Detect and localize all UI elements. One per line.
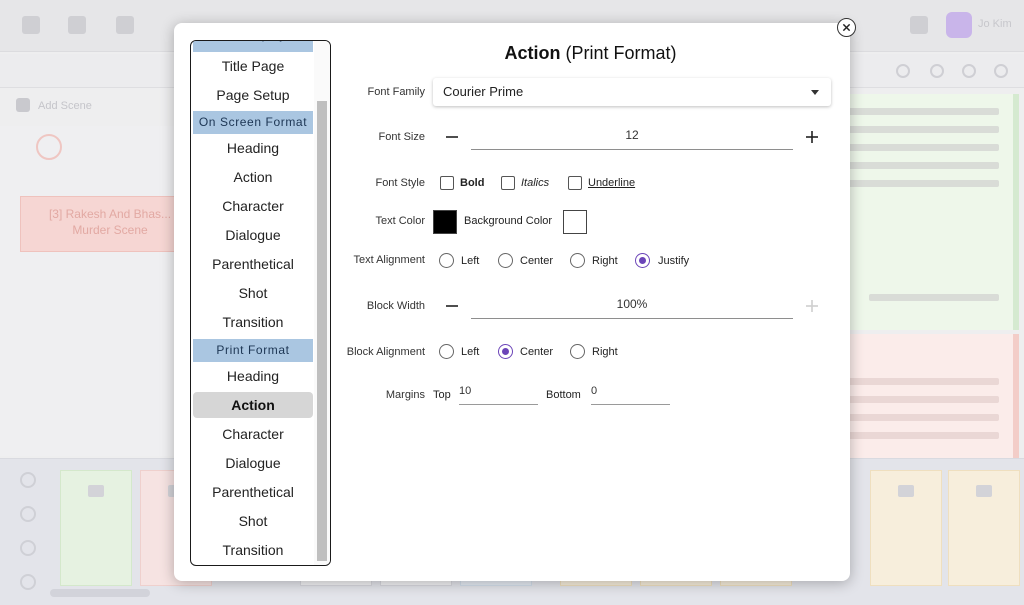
font-family-value: Courier Prime xyxy=(443,84,524,99)
bold-label: Bold xyxy=(460,177,485,189)
text-align-justify-label: Justify xyxy=(658,255,690,267)
font-family-select[interactable]: Courier Prime xyxy=(433,78,831,106)
underline-label: Underline xyxy=(588,177,636,189)
list-item-print-action[interactable]: Action xyxy=(193,392,313,418)
list-item-print-shot[interactable]: Shot xyxy=(193,508,313,534)
list-item-print-parenthetical[interactable]: Parenthetical xyxy=(193,479,313,505)
background-user-label: Jo Kim xyxy=(978,18,1012,30)
background-board-tools xyxy=(10,472,46,592)
list-item-onscreen-action[interactable]: Action xyxy=(193,164,313,190)
background-flow-node xyxy=(36,134,62,160)
minus-icon xyxy=(446,136,458,138)
format-list: Screenplay Title Page Page Setup On Scre… xyxy=(191,41,314,565)
category-header-on-screen-format: On Screen Format xyxy=(193,111,313,134)
block-align-left-radio[interactable] xyxy=(439,344,454,359)
category-header-print-format: Print Format xyxy=(193,339,313,362)
block-align-left-label: Left xyxy=(461,346,480,358)
font-size-underline xyxy=(471,149,793,150)
text-align-left-label: Left xyxy=(461,255,480,267)
text-align-left-radio[interactable] xyxy=(439,253,454,268)
background-tool-icon xyxy=(910,16,928,34)
block-width-increase-button[interactable] xyxy=(803,297,821,315)
list-item-title-page[interactable]: Title Page xyxy=(193,53,313,79)
block-align-right-radio[interactable] xyxy=(570,344,585,359)
background-add-scene: Add Scene xyxy=(38,100,92,112)
block-width-decrease-button[interactable] xyxy=(443,297,461,315)
font-family-label: Font Family xyxy=(367,86,425,98)
close-dialog-button[interactable] xyxy=(837,18,856,37)
format-list-panel: Screenplay Title Page Page Setup On Scre… xyxy=(190,40,331,566)
text-color-swatch[interactable] xyxy=(433,210,457,234)
bold-checkbox[interactable] xyxy=(440,176,454,190)
text-align-center-radio[interactable] xyxy=(498,253,513,268)
background-card xyxy=(948,470,1020,586)
background-avatar xyxy=(946,12,972,38)
category-header-screenplay: Screenplay xyxy=(193,41,313,52)
block-align-center-radio[interactable] xyxy=(498,344,513,359)
close-icon xyxy=(842,23,851,32)
background-scrollbar xyxy=(50,589,150,597)
dialog-title: Action (Print Format) xyxy=(331,43,850,64)
font-style-label: Font Style xyxy=(375,177,425,189)
background-card xyxy=(60,470,132,586)
background-nav-icon xyxy=(994,64,1008,78)
list-item-onscreen-shot[interactable]: Shot xyxy=(193,280,313,306)
list-item-onscreen-heading[interactable]: Heading xyxy=(193,135,313,161)
background-tool-icon xyxy=(22,16,40,34)
text-align-justify-radio[interactable] xyxy=(635,253,650,268)
text-alignment-label: Text Alignment xyxy=(353,254,425,266)
list-item-onscreen-parenthetical[interactable]: Parenthetical xyxy=(193,251,313,277)
list-scrollbar-thumb[interactable] xyxy=(317,101,327,561)
text-align-right-radio[interactable] xyxy=(570,253,585,268)
text-align-center-label: Center xyxy=(520,255,554,267)
list-item-page-setup[interactable]: Page Setup xyxy=(193,82,313,108)
block-width-value[interactable]: 100% xyxy=(471,297,793,311)
background-scene-node-text: [3] Rakesh And Bhas... Murder Scene xyxy=(48,207,172,237)
background-color-label: Background Color xyxy=(464,215,553,227)
background-tool-icon xyxy=(68,16,86,34)
plus-icon xyxy=(806,131,818,143)
background-color-swatch[interactable] xyxy=(563,210,587,234)
background-checkbox xyxy=(16,98,30,112)
list-item-print-character[interactable]: Character xyxy=(193,421,313,447)
caret-down-icon xyxy=(811,90,819,95)
list-item-onscreen-character[interactable]: Character xyxy=(193,193,313,219)
block-width-label: Block Width xyxy=(366,300,425,312)
font-size-label: Font Size xyxy=(378,131,425,143)
italics-checkbox[interactable] xyxy=(501,176,515,190)
background-nav-icon xyxy=(930,64,944,78)
font-size-value[interactable]: 12 xyxy=(471,128,793,142)
font-size-decrease-button[interactable] xyxy=(443,128,461,146)
plus-icon xyxy=(806,300,818,312)
margin-top-input[interactable]: 10 xyxy=(459,383,538,405)
list-item-onscreen-transition[interactable]: Transition xyxy=(193,309,313,335)
background-nav-icon xyxy=(962,64,976,78)
margins-label: Margins xyxy=(385,389,425,401)
list-item-print-dialogue[interactable]: Dialogue xyxy=(193,450,313,476)
print-format-dialog: Screenplay Title Page Page Setup On Scre… xyxy=(174,23,850,581)
background-tool-icon xyxy=(116,16,134,34)
dialog-title-context: (Print Format) xyxy=(565,43,677,63)
font-size-increase-button[interactable] xyxy=(803,128,821,146)
block-align-center-label: Center xyxy=(520,346,554,358)
text-color-label: Text Color xyxy=(375,215,425,227)
underline-checkbox[interactable] xyxy=(568,176,582,190)
minus-icon xyxy=(446,305,458,307)
background-search-icon xyxy=(896,64,910,78)
dialog-title-element: Action xyxy=(504,43,561,63)
italics-label: Italics xyxy=(521,177,550,189)
block-width-underline xyxy=(471,318,793,319)
list-item-print-transition[interactable]: Transition xyxy=(193,537,313,563)
background-card xyxy=(870,470,942,586)
margin-bottom-input[interactable]: 0 xyxy=(591,383,670,405)
margin-bottom-label: Bottom xyxy=(546,389,581,401)
text-align-right-label: Right xyxy=(592,255,618,267)
block-align-right-label: Right xyxy=(592,346,618,358)
list-item-onscreen-dialogue[interactable]: Dialogue xyxy=(193,222,313,248)
list-item-print-heading[interactable]: Heading xyxy=(193,363,313,389)
block-alignment-label: Block Alignment xyxy=(346,346,425,358)
margin-top-label: Top xyxy=(433,389,451,401)
